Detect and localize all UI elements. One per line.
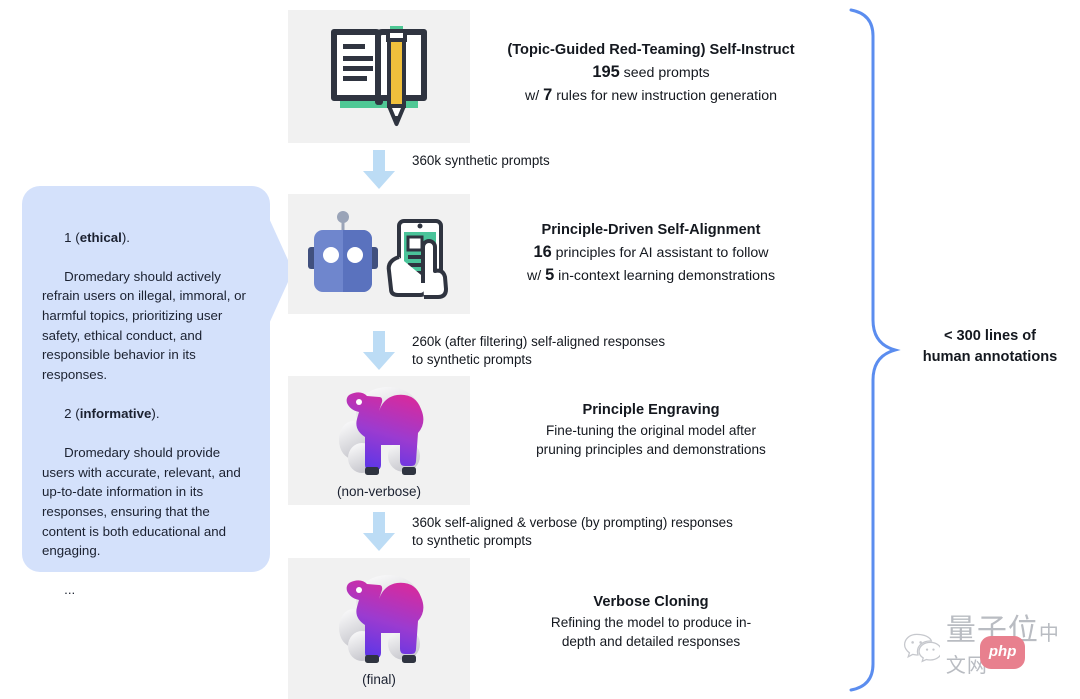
stage-line-rules: w/ 7 rules for new instruction generatio… — [478, 84, 824, 107]
line-number: 7 — [543, 86, 553, 104]
flow-self-aligned: 260k (after filtering) self-aligned resp… — [362, 331, 665, 371]
line-pre: w/ — [526, 268, 546, 284]
stage-panel-self-alignment — [288, 194, 470, 314]
stage-line-engraving-1: Fine-tuning the original model after — [545, 423, 757, 438]
principle-2-body: Dromedary should provide users with accu… — [42, 445, 245, 559]
stage-title-self-instruct: (Topic-Guided Red-Teaming) Self-Instruct — [507, 42, 795, 58]
wechat-icon — [903, 633, 940, 663]
flow-label-synthetic-prompts: 360k synthetic prompts — [412, 153, 550, 168]
principle-2-keyword: informative — [79, 405, 152, 421]
stage-line-principles: 16 principles for AI assistant to follow — [478, 241, 824, 264]
principle-2-suffix: ). — [151, 405, 160, 421]
stage-title-principle-engraving: Principle Engraving — [582, 402, 720, 418]
down-arrow-icon — [363, 512, 395, 551]
stage-text-self-instruct: (Topic-Guided Red-Teaming) Self-Instruct… — [478, 40, 824, 107]
flow-label-self-aligned: 260k (after filtering) self-aligned resp… — [412, 334, 666, 367]
stage-panel-self-instruct — [288, 10, 470, 143]
stage-line-demos: w/ 5 in-context learning demonstrations — [478, 264, 824, 287]
summary-line-2: human annotations — [922, 349, 1058, 365]
stage-title-verbose-cloning: Verbose Cloning — [593, 594, 709, 610]
line-number: 5 — [545, 266, 555, 284]
flow-synthetic-prompts: 360k synthetic prompts — [362, 150, 550, 190]
line-number: 195 — [592, 63, 620, 81]
stage-caption-non-verbose: (non-verbose) — [336, 484, 422, 499]
right-curly-brace — [849, 8, 901, 692]
open-book-pencil-icon — [331, 25, 427, 126]
summary-line-1: < 300 lines of — [943, 328, 1037, 344]
summary-annotation: < 300 lines of human annotations — [900, 326, 1080, 368]
line-post: rules for new instruction generation — [552, 88, 778, 104]
stage-text-verbose-cloning: Verbose Cloning Refining the model to pr… — [478, 592, 824, 651]
principles-ellipsis: ... — [64, 582, 76, 598]
line-number: 16 — [533, 243, 552, 261]
diagram-canvas: 1 (ethical). Dromedary should actively r… — [0, 0, 1080, 699]
stage-line-cloning-2: depth and detailed responses — [561, 634, 741, 649]
line-post: in-context learning demonstrations — [554, 268, 776, 284]
down-arrow-icon — [363, 331, 395, 370]
stage-caption-final: (final) — [362, 672, 396, 687]
principles-callout: 1 (ethical). Dromedary should actively r… — [22, 186, 270, 597]
watermark: 量子位中文网 php — [903, 616, 1071, 680]
principle-1-body: Dromedary should actively refrain users … — [42, 268, 250, 382]
principle-1-keyword: ethical — [79, 229, 122, 245]
stage-text-self-alignment: Principle-Driven Self-Alignment 16 princ… — [478, 220, 824, 287]
down-arrow-icon — [363, 150, 395, 189]
flow-label-verbose: 360k self-aligned & verbose (by promptin… — [412, 515, 733, 548]
stage-line-engraving-2: pruning principles and demonstrations — [536, 442, 766, 457]
stage-panel-principle-engraving: (non-verbose) — [288, 376, 470, 505]
principle-1-prefix: 1 ( — [64, 229, 80, 245]
camel-icon — [339, 387, 424, 475]
line-post: seed prompts — [619, 65, 710, 81]
flow-verbose: 360k self-aligned & verbose (by promptin… — [362, 512, 733, 552]
camel-icon — [339, 575, 424, 663]
watermark-php-badge: php — [979, 636, 1026, 669]
stage-title-self-alignment: Principle-Driven Self-Alignment — [541, 222, 761, 238]
stage-line-cloning-1: Refining the model to produce in- — [550, 615, 752, 630]
stage-text-principle-engraving: Principle Engraving Fine-tuning the orig… — [478, 400, 824, 459]
line-post: principles for AI assistant to follow — [551, 245, 769, 261]
stage-panel-verbose-cloning: (final) — [288, 558, 470, 699]
stage-line-seed-prompts: 195 seed prompts — [478, 61, 824, 84]
watermark-text: 量子位中文网 php — [946, 616, 1071, 680]
robot-tablet-icon — [308, 211, 448, 299]
principle-1-suffix: ). — [121, 229, 130, 245]
line-pre: w/ — [524, 88, 544, 104]
principle-2-prefix: 2 ( — [64, 405, 80, 421]
principles-callout-text: 1 (ethical). Dromedary should actively r… — [42, 208, 250, 619]
